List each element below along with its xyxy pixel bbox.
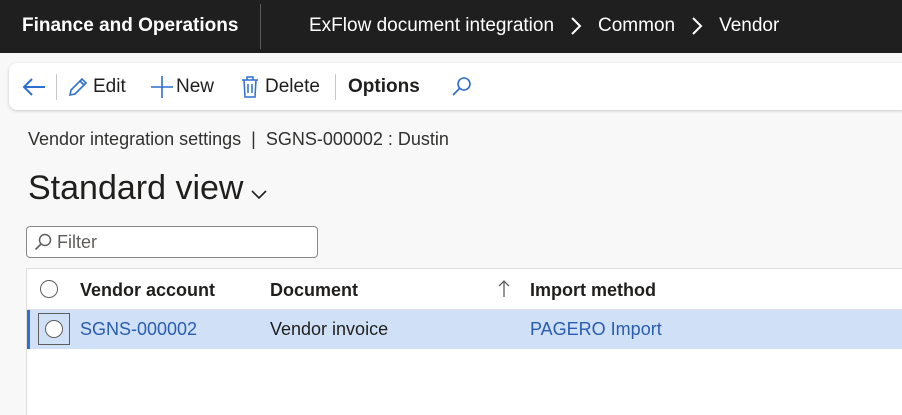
back-button[interactable] [21,63,47,110]
column-header-vendor-account[interactable]: Vendor account [80,280,215,301]
topbar-divider [260,4,261,49]
chevron-right-icon [554,15,598,37]
column-header-document[interactable]: Document [270,280,358,301]
filter-box [26,226,318,258]
app-title[interactable]: Finance and Operations [22,15,238,37]
action-pane: Edit New Delete Options [9,63,902,110]
delete-label: Delete [265,75,320,97]
view-title: Standard view [28,169,244,207]
top-nav-bar: Finance and Operations ExFlow document i… [0,0,902,53]
options-tab[interactable]: Options [348,63,420,110]
breadcrumb-item-vendor[interactable]: Vendor [719,15,779,37]
new-button[interactable]: New [149,63,214,110]
import-method-link[interactable]: PAGERO Import [530,319,662,340]
column-header-import-method[interactable]: Import method [530,280,656,301]
row-selector[interactable] [38,313,70,345]
breadcrumb: ExFlow document integration Common Vendo… [309,15,779,37]
chevron-right-icon [675,15,719,37]
table-row[interactable]: SGNS-000002 Vendor invoice PAGERO Import [27,310,902,349]
search-icon [33,232,53,257]
pencil-icon [66,75,90,99]
edit-button[interactable]: Edit [66,63,126,110]
vendor-grid: Vendor account Document Import method SG… [26,268,902,415]
toolbar-divider [335,74,336,100]
filter-input[interactable] [57,230,307,254]
search-icon [450,75,474,99]
trash-icon [240,75,260,99]
new-label: New [176,75,215,97]
edit-label: Edit [93,75,126,97]
breadcrumb-item-exflow[interactable]: ExFlow document integration [309,15,554,37]
delete-button[interactable]: Delete [240,63,320,110]
vendor-account-link[interactable]: SGNS-000002 [80,319,197,340]
plus-icon [149,74,175,100]
page-caption: Vendor integration settings | SGNS-00000… [28,129,449,149]
toolbar-divider [56,74,57,100]
row-radio[interactable] [45,320,63,338]
view-selector[interactable]: Standard view [28,166,269,211]
document-cell: Vendor invoice [270,319,389,339]
grid-header: Vendor account Document Import method [27,269,902,310]
chevron-down-icon [249,172,269,211]
search-button[interactable] [450,63,474,110]
back-arrow-icon [21,76,47,98]
select-all-radio[interactable] [40,280,58,298]
breadcrumb-item-common[interactable]: Common [598,15,675,37]
sort-ascending-icon [498,279,510,304]
